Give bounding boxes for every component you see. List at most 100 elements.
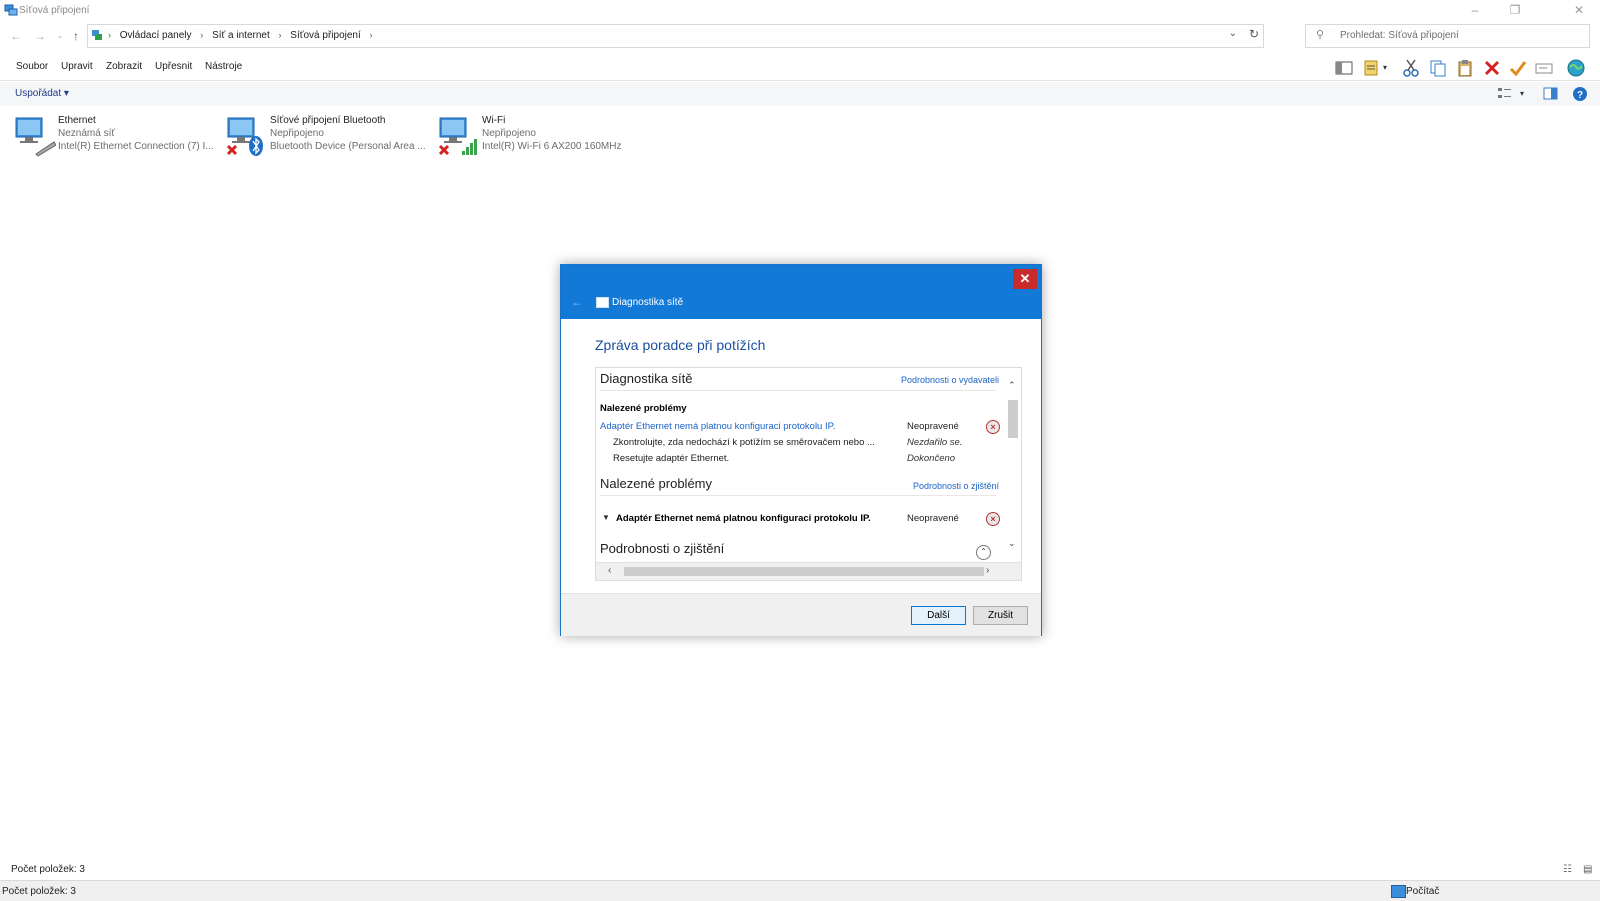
dialog-header: ✕ ← Diagnostika sítě bbox=[561, 265, 1041, 319]
network-connections-icon bbox=[4, 4, 18, 16]
connections-list: Ethernet Neznámá síť Intel(R) Ethernet C… bbox=[0, 108, 1600, 168]
horizontal-scrollbar[interactable]: ‹ › bbox=[596, 562, 1021, 580]
wifi-icon bbox=[438, 117, 477, 156]
connection-device: Bluetooth Device (Personal Area ... bbox=[270, 141, 426, 152]
breadcrumb-control-panel[interactable]: Ovládací panely bbox=[120, 30, 192, 41]
back-arrow-icon[interactable]: ← bbox=[7, 27, 25, 45]
preview-pane-icon[interactable] bbox=[1542, 86, 1560, 102]
connection-device: Intel(R) Ethernet Connection (7) I... bbox=[58, 141, 214, 152]
computer-label: Počítač bbox=[1406, 886, 1440, 897]
refresh-icon[interactable]: ↻ bbox=[1249, 27, 1259, 41]
dialog-close-button[interactable]: ✕ bbox=[1013, 269, 1037, 289]
scroll-up-icon[interactable]: ⌃ bbox=[1008, 380, 1016, 391]
up-arrow-icon[interactable]: ↑ bbox=[67, 27, 85, 45]
problem-status: Neopravené bbox=[907, 421, 959, 432]
menu-edit[interactable]: Upravit bbox=[61, 61, 93, 72]
error-icon: × bbox=[986, 512, 1000, 526]
detection-details-link[interactable]: Podrobnosti o zjištění bbox=[913, 481, 999, 491]
menu-file[interactable]: Soubor bbox=[16, 61, 48, 72]
dialog-back-arrow-icon[interactable]: ← bbox=[571, 295, 583, 309]
properties-icon[interactable] bbox=[1362, 58, 1382, 78]
section-divider bbox=[600, 495, 996, 496]
collapse-up-icon[interactable]: ⌃ bbox=[976, 545, 991, 560]
bottom-status-bar: Počet položek: 3 Počítač bbox=[0, 880, 1600, 901]
bluetooth-icon bbox=[226, 117, 263, 156]
step-check-router-status: Nezdařilo se. bbox=[907, 437, 963, 448]
dialog-title: Diagnostika sítě bbox=[612, 297, 684, 308]
menu-tools[interactable]: Nástroje bbox=[205, 61, 242, 72]
search-placeholder: Prohledat: Síťová připojení bbox=[1340, 30, 1459, 41]
details-view-icon[interactable]: ☷ bbox=[1563, 864, 1572, 875]
dialog-heading: Zpráva poradce při potížích bbox=[595, 337, 766, 353]
layout-icon[interactable] bbox=[1334, 58, 1354, 78]
connection-status: Nepřipojeno bbox=[482, 128, 536, 139]
connection-ethernet[interactable]: Ethernet Neznámá síť Intel(R) Ethernet C… bbox=[14, 112, 214, 160]
breadcrumb-network-internet[interactable]: Síť a internet bbox=[212, 30, 270, 41]
problems-found-label: Nalezené problémy bbox=[600, 403, 687, 414]
cancel-button[interactable]: Zrušit bbox=[973, 606, 1028, 625]
vertical-scrollbar[interactable]: ⌃ ⌄ bbox=[1005, 368, 1021, 563]
copy-icon[interactable] bbox=[1428, 58, 1448, 78]
breadcrumb: › Ovládací panely › Síť a internet › Síť… bbox=[108, 30, 373, 41]
view-dropdown-icon[interactable]: ▾ bbox=[1520, 89, 1524, 98]
section-title: Diagnostika sítě bbox=[600, 371, 693, 386]
problem-link[interactable]: Adaptér Ethernet nemá platnou konfigurac… bbox=[600, 421, 835, 432]
menu-bar: Soubor Upravit Zobrazit Upřesnit Nástroj… bbox=[0, 54, 1600, 81]
section-title: Nalezené problémy bbox=[600, 476, 713, 491]
scroll-right-icon[interactable]: › bbox=[986, 565, 989, 576]
error-icon: × bbox=[986, 420, 1000, 434]
section-title: Podrobnosti o zjištění bbox=[600, 541, 725, 556]
menu-view[interactable]: Zobrazit bbox=[106, 61, 142, 72]
problem-expanded[interactable]: Adaptér Ethernet nemá platnou konfigurac… bbox=[616, 513, 871, 524]
troubleshooting-report[interactable]: Diagnostika sítě Podrobnosti o vydavatel… bbox=[595, 367, 1022, 581]
scroll-thumb[interactable] bbox=[624, 567, 984, 576]
expand-triangle-icon[interactable]: ▼ bbox=[602, 513, 610, 522]
check-icon[interactable] bbox=[1508, 58, 1528, 78]
minimize-button[interactable]: – bbox=[1456, 0, 1494, 20]
connection-bluetooth[interactable]: Síťové připojení Bluetooth Nepřipojeno B… bbox=[226, 112, 426, 160]
item-count: Počet položek: 3 bbox=[11, 864, 85, 875]
delete-icon[interactable] bbox=[1482, 58, 1502, 78]
search-input[interactable]: ⚲ Prohledat: Síťová připojení bbox=[1305, 24, 1590, 48]
address-bar[interactable]: › Ovládací panely › Síť a internet › Síť… bbox=[87, 24, 1264, 48]
dialog-body: Zpráva poradce při potížích Diagnostika … bbox=[565, 319, 1037, 593]
connection-status: Neznámá síť bbox=[58, 128, 116, 139]
scroll-thumb[interactable] bbox=[1008, 400, 1018, 438]
section-divider bbox=[600, 390, 996, 391]
help-icon[interactable]: ? bbox=[1571, 86, 1589, 102]
menu-advanced[interactable]: Upřesnit bbox=[155, 61, 192, 72]
connection-wifi[interactable]: Wi-Fi Nepřipojeno Intel(R) Wi-Fi 6 AX200… bbox=[438, 112, 638, 160]
scroll-left-icon[interactable]: ‹ bbox=[608, 565, 611, 576]
network-diagnostics-dialog: ✕ ← Diagnostika sítě Zpráva poradce při … bbox=[560, 264, 1042, 636]
control-panel-icon bbox=[92, 30, 102, 40]
window-titlebar: Síťová připojení – ❐ ✕ bbox=[0, 0, 1600, 22]
scroll-down-icon[interactable]: ⌄ bbox=[1008, 538, 1016, 549]
publisher-details-link[interactable]: Podrobnosti o vydavateli bbox=[901, 375, 999, 385]
address-dropdown-icon[interactable]: ⌄ bbox=[1229, 28, 1237, 39]
globe-icon[interactable] bbox=[1566, 58, 1586, 78]
window-title: Síťová připojení bbox=[19, 5, 90, 16]
cut-icon[interactable] bbox=[1401, 58, 1421, 78]
close-button[interactable]: ✕ bbox=[1560, 0, 1598, 20]
step-reset-adapter-status: Dokončeno bbox=[907, 453, 956, 464]
properties-dropdown-icon[interactable]: ▾ bbox=[1383, 63, 1387, 72]
organize-label: Uspořádat bbox=[15, 88, 62, 99]
organize-button[interactable]: Uspořádat ▾ bbox=[15, 88, 69, 99]
paste-icon[interactable] bbox=[1455, 58, 1475, 78]
connection-status: Nepřipojeno bbox=[270, 128, 324, 139]
search-icon: ⚲ bbox=[1316, 29, 1325, 41]
ethernet-icon bbox=[15, 117, 56, 157]
rename-icon[interactable] bbox=[1534, 58, 1554, 78]
dialog-footer: Další Zrušit bbox=[561, 593, 1041, 636]
change-view-icon[interactable] bbox=[1497, 86, 1515, 102]
bottom-item-count: Počet položek: 3 bbox=[2, 886, 76, 897]
problem-status: Neopravené bbox=[907, 513, 959, 524]
connection-name: Ethernet bbox=[58, 115, 96, 126]
forward-arrow-icon[interactable]: → bbox=[31, 27, 49, 45]
maximize-button[interactable]: ❐ bbox=[1496, 0, 1534, 20]
next-button[interactable]: Další bbox=[911, 606, 966, 625]
connection-name: Wi-Fi bbox=[482, 115, 506, 126]
large-icons-view-icon[interactable]: ▤ bbox=[1583, 864, 1592, 875]
breadcrumb-network-connections[interactable]: Síťová připojení bbox=[290, 30, 360, 41]
svg-text:?: ? bbox=[1577, 90, 1583, 101]
